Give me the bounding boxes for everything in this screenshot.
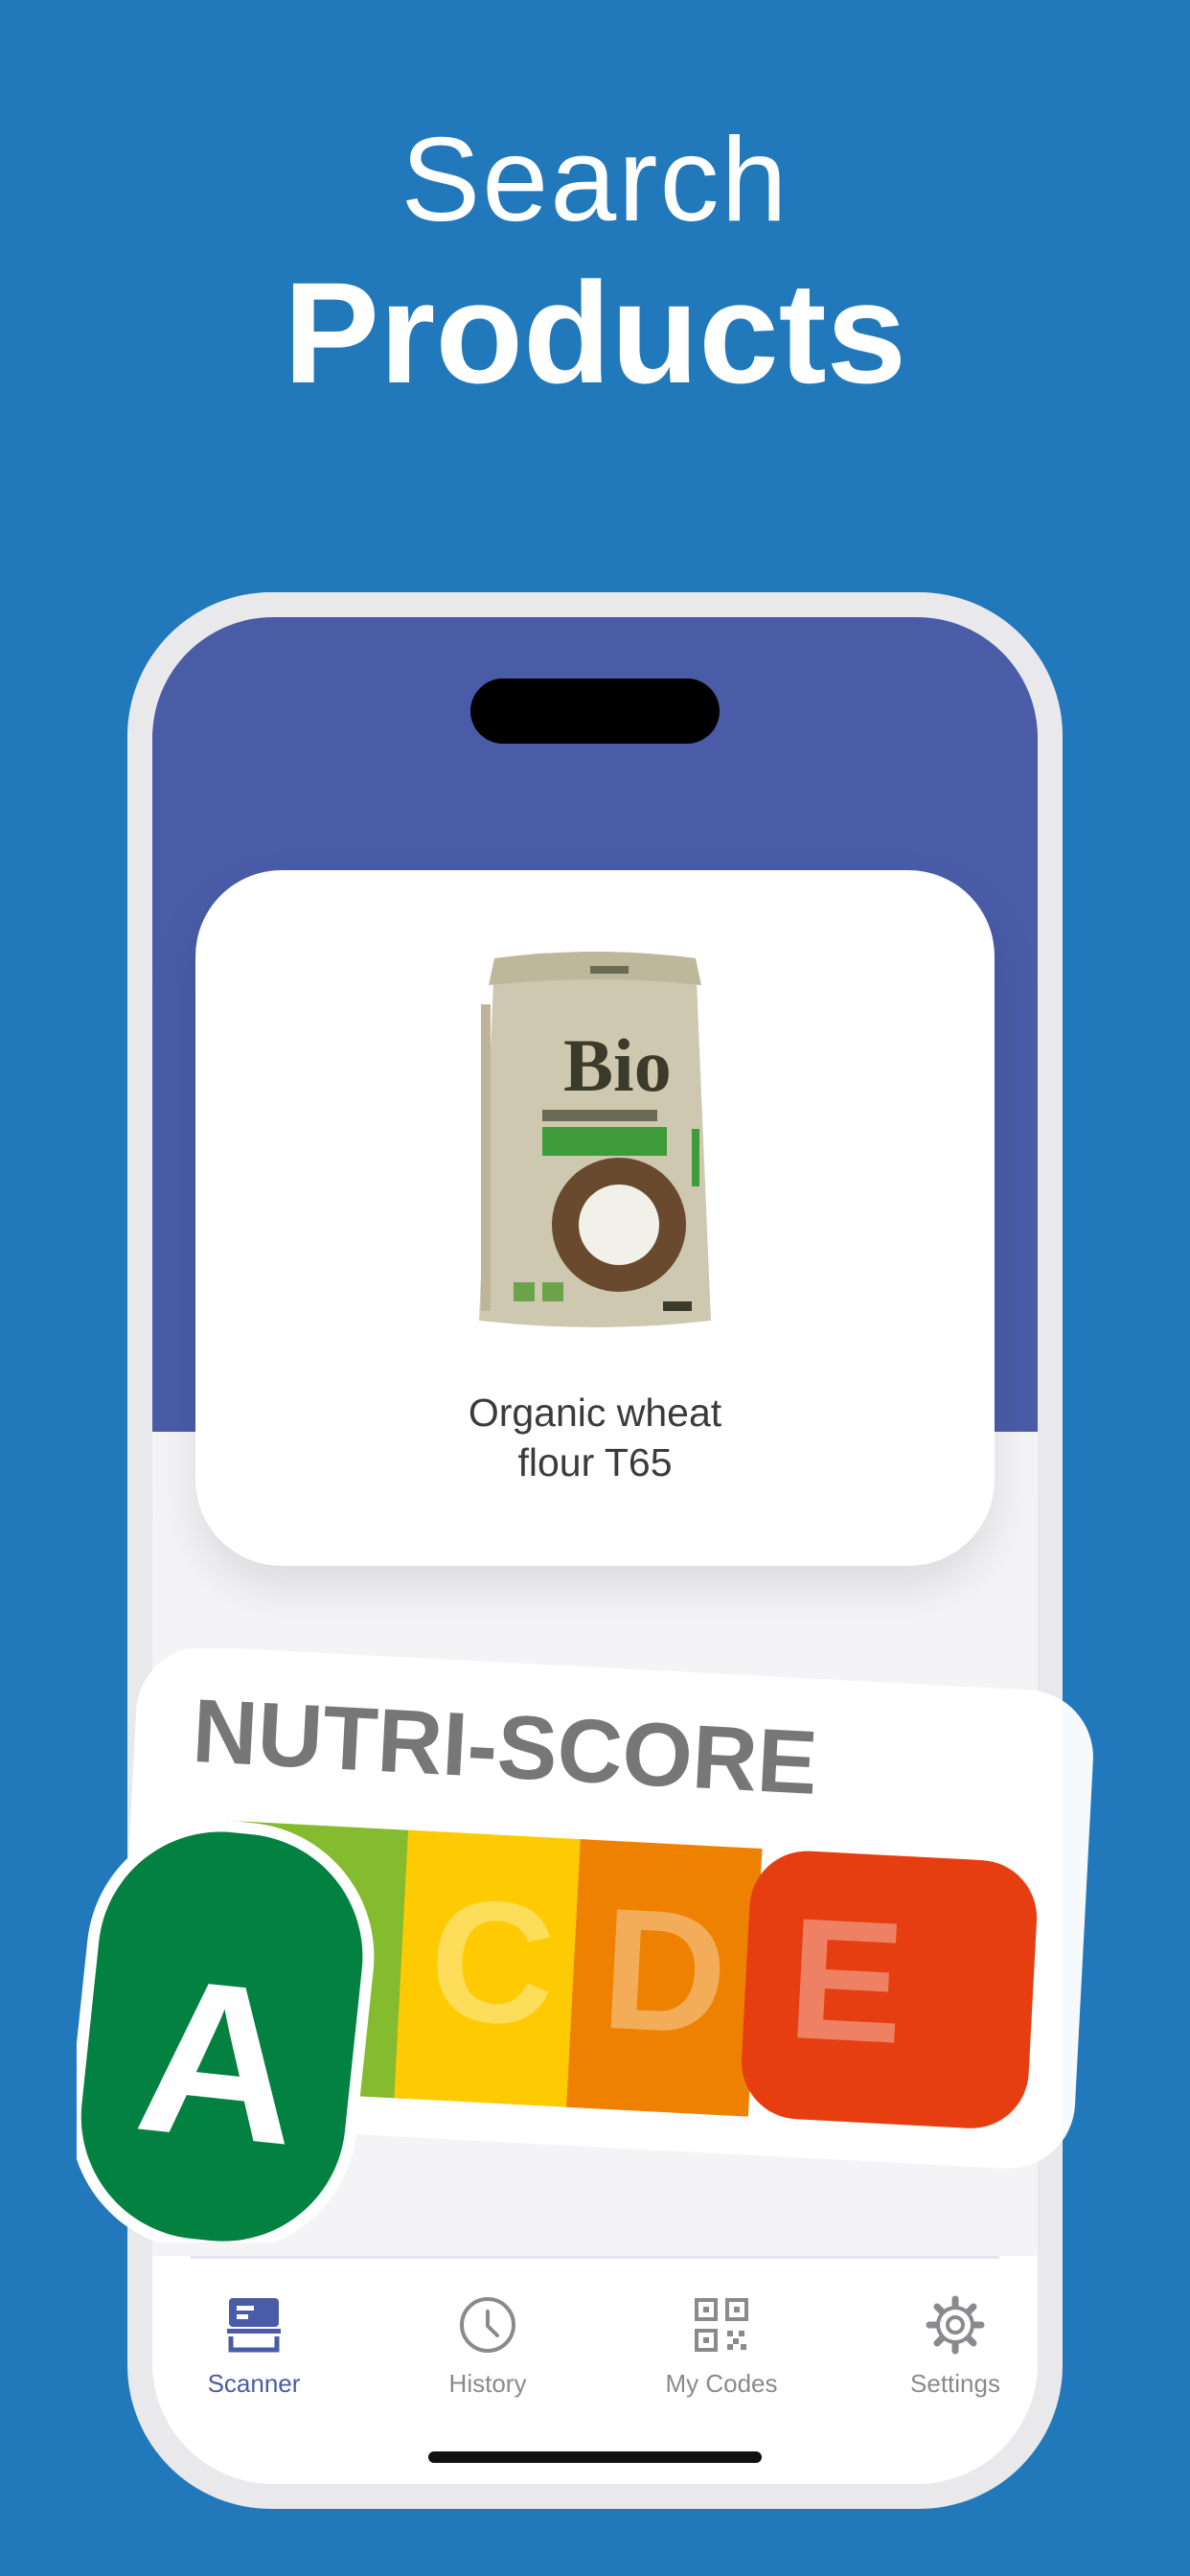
tab-history[interactable]: History (392, 2256, 584, 2409)
tab-settings-label: Settings (910, 2369, 1000, 2398)
grade-a-badge: A (77, 1820, 375, 2242)
headline-search: Search (400, 114, 790, 246)
grade-a-letter: A (127, 1930, 311, 2192)
tab-scanner-label: Scanner (207, 2369, 301, 2398)
grade-c-letter: C (425, 1863, 560, 2062)
grade-e-letter: E (784, 1882, 908, 2081)
grade-d-letter: D (597, 1873, 731, 2072)
tab-my-codes-label: My Codes (665, 2369, 778, 2398)
clock-icon (460, 2297, 515, 2353)
tab-scanner[interactable]: Scanner (158, 2256, 350, 2409)
qr-code-icon (695, 2298, 748, 2352)
tab-bar: Scanner History My Codes Settings (152, 2256, 1038, 2484)
svg-text:Bio: Bio (563, 1024, 672, 1107)
gear-icon (926, 2295, 985, 2355)
headline-products: Products (283, 252, 907, 413)
home-indicator (428, 2451, 762, 2463)
product-name-line-2: flour T65 (517, 1440, 673, 1484)
scanner-icon (227, 2298, 281, 2353)
product-name-line-1: Organic wheat (468, 1391, 722, 1435)
tab-history-label: History (448, 2369, 527, 2398)
tab-settings[interactable]: Settings (859, 2256, 1038, 2409)
product-card[interactable]: Bio Organic wheat flour T65 (195, 870, 995, 1566)
nutri-score-badge: NUTRI-SCORE B C D E A (77, 1648, 1093, 2242)
tab-my-codes[interactable]: My Codes (626, 2256, 817, 2409)
dynamic-island (470, 678, 720, 744)
product-name: Organic wheat flour T65 (195, 1388, 995, 1487)
product-image: Bio (479, 952, 711, 1327)
